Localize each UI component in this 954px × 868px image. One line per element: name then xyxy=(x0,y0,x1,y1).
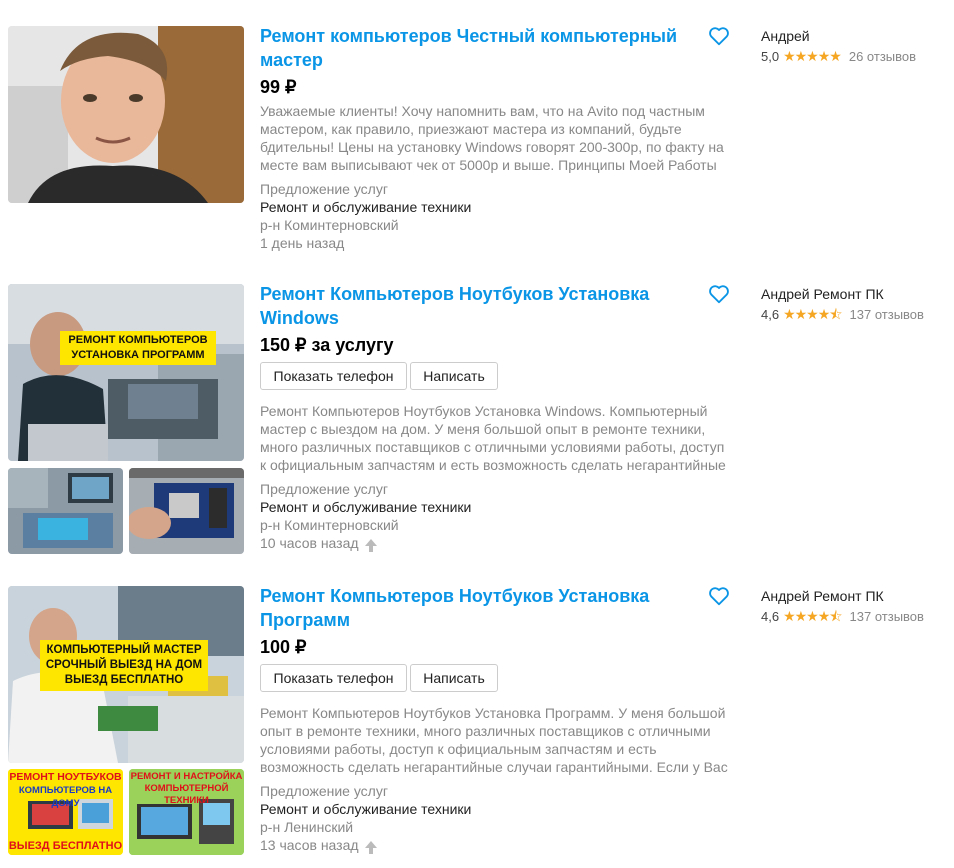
review-count[interactable]: 137 отзывов xyxy=(850,307,924,322)
listing-subcategory: Ремонт и обслуживание техники xyxy=(260,199,472,215)
listing-district: р-н Коминтерновский xyxy=(260,517,399,533)
listing-thumbnail[interactable] xyxy=(129,468,244,554)
listing-description: Уважаемые клиенты! Хочу напомнить вам, ч… xyxy=(260,103,724,173)
listing-photo[interactable]: РЕМОНТ КОМПЬЮТЕРОВ УСТАНОВКА ПРОГРАММ xyxy=(8,284,244,461)
review-count[interactable]: 137 отзывов xyxy=(850,609,924,624)
show-phone-button[interactable]: Показать телефон xyxy=(260,362,407,390)
listing-description: Ремонт Компьютеров Ноутбуков Установка П… xyxy=(260,705,728,775)
thumbnail-text: ВЫЕЗД БЕСПЛАТНО xyxy=(8,840,123,852)
listing-time-row: 10 часов назад xyxy=(260,534,471,552)
listing-subcategory: Ремонт и обслуживание техники xyxy=(260,499,472,515)
repair-photo xyxy=(8,284,244,461)
listing-meta: Предложение услуг Ремонт и обслуживание … xyxy=(260,180,471,252)
seller-name[interactable]: Андрей xyxy=(761,26,810,46)
listing-title[interactable]: Ремонт Компьютеров Ноутбуков Установка П… xyxy=(260,584,700,632)
listing-title[interactable]: Ремонт Компьютеров Ноутбуков Установка W… xyxy=(260,282,700,330)
write-message-button[interactable]: Написать xyxy=(410,664,498,692)
heart-icon[interactable] xyxy=(708,585,730,607)
rating-value: 4,6 xyxy=(761,609,780,624)
listing-time: 10 часов назад xyxy=(260,535,359,551)
arrow-up-icon xyxy=(364,840,377,854)
listing-district: р-н Ленинский xyxy=(260,819,354,835)
heart-icon[interactable] xyxy=(708,25,730,47)
listing-category: Предложение услуг xyxy=(260,181,388,197)
listing-price: 150 ₽ за услугу xyxy=(260,335,394,355)
star-icons: ★★★★⯪ xyxy=(783,608,842,624)
star-icons: ★★★★⯪ xyxy=(783,306,842,322)
arrow-up-icon xyxy=(364,538,377,552)
photo-sign: РЕМОНТ КОМПЬЮТЕРОВ УСТАНОВКА ПРОГРАММ xyxy=(60,331,216,365)
photo-sign: КОМПЬЮТЕРНЫЙ МАСТЕР СРОЧНЫЙ ВЫЕЗД НА ДОМ… xyxy=(40,640,208,691)
seller-name[interactable]: Андрей Ремонт ПК xyxy=(761,586,884,606)
review-count[interactable]: 26 отзывов xyxy=(849,49,916,64)
write-message-button[interactable]: Написать xyxy=(410,362,498,390)
heart-icon[interactable] xyxy=(708,283,730,305)
show-phone-button[interactable]: Показать телефон xyxy=(260,664,407,692)
seller-rating: 4,6 ★★★★⯪ 137 отзывов xyxy=(761,304,924,325)
listing-price: 99 ₽ xyxy=(260,77,297,97)
person-photo xyxy=(8,26,244,203)
listing-category: Предложение услуг xyxy=(260,783,388,799)
listing-time: 13 часов назад xyxy=(260,837,359,853)
listing-meta: Предложение услуг Ремонт и обслуживание … xyxy=(260,480,471,552)
listing-category: Предложение услуг xyxy=(260,481,388,497)
listing-title[interactable]: Ремонт компьютеров Честный компьютерный … xyxy=(260,24,700,72)
listing-photo[interactable]: КОМПЬЮТЕРНЫЙ МАСТЕР СРОЧНЫЙ ВЫЕЗД НА ДОМ… xyxy=(8,586,244,763)
listing-description: Ремонт Компьютеров Ноутбуков Установка W… xyxy=(260,403,726,473)
listing-card: Ремонт компьютеров Честный компьютерный … xyxy=(0,0,954,260)
thumbnail-text: РЕМОНТ НОУТБУКОВ КОМПЬЮТЕРОВ НА ДОМУ xyxy=(9,771,122,809)
thumbnail-text: РЕМОНТ И НАСТРОЙКА КОМПЬЮТЕРНОЙ ТЕХНИКИ xyxy=(130,771,243,806)
listing-meta: Предложение услуг Ремонт и обслуживание … xyxy=(260,782,471,854)
seller-rating: 4,6 ★★★★⯪ 137 отзывов xyxy=(761,606,924,627)
seller-rating: 5,0 ★★★★★ 26 отзывов xyxy=(761,46,916,67)
listing-price: 100 ₽ xyxy=(260,637,307,657)
listing-photo[interactable] xyxy=(8,26,244,203)
rating-value: 4,6 xyxy=(761,307,780,322)
listing-district: р-н Коминтерновский xyxy=(260,217,399,233)
listing-subcategory: Ремонт и обслуживание техники xyxy=(260,801,472,817)
rating-value: 5,0 xyxy=(761,49,780,64)
listing-time: 1 день назад xyxy=(260,235,345,251)
star-icons: ★★★★★ xyxy=(783,48,842,64)
listing-time-row: 13 часов назад xyxy=(260,836,471,854)
listing-thumbnail[interactable] xyxy=(8,468,123,554)
listing-thumbnail[interactable]: РЕМОНТ НОУТБУКОВ КОМПЬЮТЕРОВ НА ДОМУ ВЫЕ… xyxy=(8,769,123,855)
seller-name[interactable]: Андрей Ремонт ПК xyxy=(761,284,884,304)
listing-thumbnail[interactable]: РЕМОНТ И НАСТРОЙКА КОМПЬЮТЕРНОЙ ТЕХНИКИ xyxy=(129,769,244,855)
